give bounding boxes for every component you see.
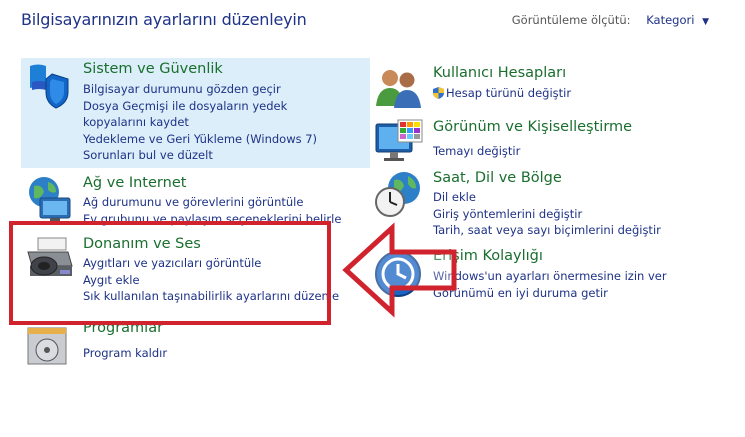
category-links: Bilgisayar durumunu gözden geçir Dosya G…	[83, 81, 353, 164]
category-links: Temayı değiştir	[433, 143, 520, 160]
view-by-control: Görüntüleme ölçütü: Kategori ▼	[512, 13, 709, 27]
category-links: Dil ekle Giriş yöntemlerini değiştir Tar…	[433, 189, 661, 239]
annotation-red-arrow-icon	[342, 222, 457, 318]
link-date-time-format[interactable]: Tarih, saat veya sayı biçimlerini değişt…	[433, 222, 661, 239]
shield-flag-icon	[30, 64, 69, 109]
link-recommend-settings[interactable]: Windows'un ayarları önermesine izin ver	[433, 268, 667, 285]
category-appearance: Görünüm ve Kişiselleştirme Temayı değişt…	[374, 118, 714, 163]
category-programs: Programlar Program kaldır	[24, 320, 324, 365]
link-uninstall-program[interactable]: Program kaldır	[83, 345, 167, 362]
view-by-label: Görüntüleme ölçütü:	[511, 13, 631, 27]
link-change-theme[interactable]: Temayı değiştir	[433, 143, 520, 160]
category-title[interactable]: Görünüm ve Kişiselleştirme	[433, 119, 632, 135]
link-input-methods[interactable]: Giriş yöntemlerini değiştir	[433, 206, 661, 223]
link-add-language[interactable]: Dil ekle	[433, 189, 661, 206]
uac-shield-icon	[433, 87, 444, 99]
link-change-account-type[interactable]: Hesap türünü değiştir	[433, 85, 571, 102]
caret-down-icon[interactable]: ▼	[702, 17, 709, 27]
category-network-internet: Ağ ve Internet Ağ durumunu ve görevlerin…	[24, 174, 364, 226]
users-icon	[376, 70, 421, 108]
network-globe-icon	[29, 177, 71, 222]
category-links: Hesap türünü değiştir	[433, 85, 571, 102]
category-title[interactable]: Ağ ve Internet	[83, 175, 186, 191]
clock-globe-icon	[375, 172, 420, 217]
link-optimize-display[interactable]: Görünümü en iyi duruma getir	[433, 285, 667, 302]
link-review-status[interactable]: Bilgisayar durumunu gözden geçir	[83, 81, 353, 98]
category-title[interactable]: Kullanıcı Hesapları	[433, 65, 566, 81]
annotation-red-rectangle	[9, 221, 331, 325]
monitor-palette-icon	[375, 119, 423, 161]
link-network-status[interactable]: Ağ durumunu ve görevlerini görüntüle	[83, 194, 341, 211]
category-links: Windows'un ayarları önermesine izin ver …	[433, 268, 667, 301]
view-by-dropdown[interactable]: Kategori	[646, 13, 694, 27]
category-links: Program kaldır	[83, 345, 167, 362]
page-title: Bilgisayarınızın ayarlarını düzenleyin	[21, 10, 307, 29]
category-title[interactable]: Saat, Dil ve Bölge	[433, 170, 562, 186]
link-backup-restore[interactable]: Yedekleme ve Geri Yükleme (Windows 7)	[83, 131, 353, 148]
category-user-accounts: Kullanıcı Hesapları Hesap türünü değişti…	[374, 64, 714, 109]
link-file-history[interactable]: Dosya Geçmişi ile dosyaların yedek kopya…	[83, 98, 353, 131]
programs-disc-icon	[27, 327, 67, 365]
link-troubleshoot[interactable]: Sorunları bul ve düzelt	[83, 147, 353, 164]
category-system-security: Sistem ve Güvenlik Bilgisayar durumunu g…	[24, 60, 364, 168]
category-title[interactable]: Sistem ve Güvenlik	[83, 61, 223, 77]
